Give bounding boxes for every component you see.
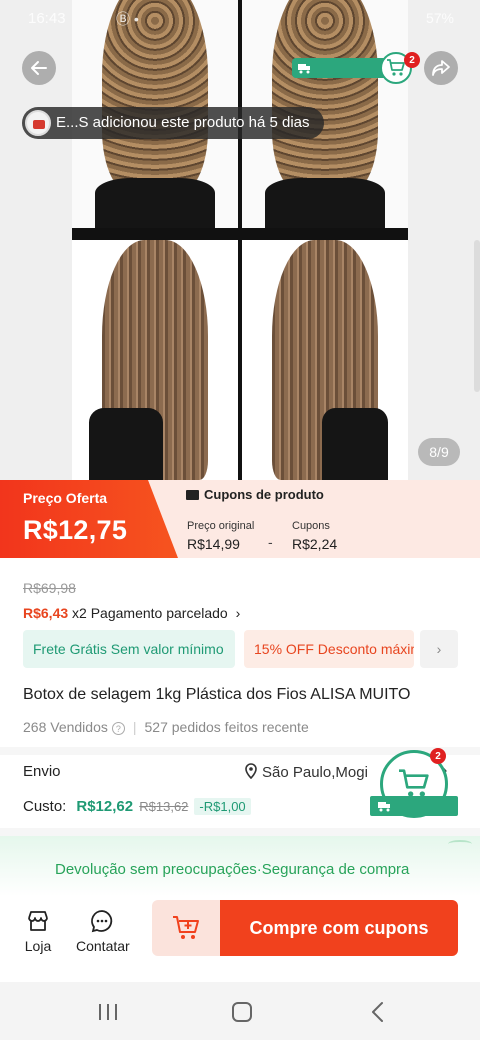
buy-with-coupons-button[interactable]: Compre com cupons — [220, 900, 458, 956]
product-image-gallery[interactable]: 16:43 Ⓑ • 57% 2 E...S adicionou este pro… — [0, 0, 480, 480]
home-button[interactable] — [228, 998, 256, 1026]
sold-count: 268 Vendidos — [23, 719, 108, 735]
system-back-button[interactable] — [364, 998, 392, 1026]
status-bar: 16:43 Ⓑ • 57% — [0, 0, 480, 36]
chevron-right-icon: › — [436, 641, 442, 657]
offer-label: Preço Oferta — [23, 490, 108, 506]
installment-text: x2 Pagamento parcelado — [72, 605, 228, 621]
system-nav-bar — [0, 982, 480, 1040]
shipping-location[interactable]: São Paulo,Mogi — [244, 763, 368, 781]
minus-sign: - — [268, 534, 273, 550]
store-label: Loja — [24, 938, 52, 954]
bottom-action-bar: Loja Contatar Compre com cupons — [0, 896, 480, 982]
contact-label: Contatar — [76, 938, 130, 954]
chevron-right-icon: › — [235, 605, 241, 621]
section-divider — [0, 828, 480, 836]
recent-apps-icon — [99, 1004, 117, 1020]
price-banner: Preço Oferta R$12,75 Cupons de produto P… — [0, 480, 480, 558]
photo-after-back — [242, 240, 408, 480]
installment-value: R$6,43 — [23, 605, 69, 621]
cart-count-badge: 2 — [404, 52, 420, 68]
cost-old: R$13,62 — [139, 799, 189, 814]
image-counter: 8/9 — [418, 438, 460, 466]
recently-added-text: E...S adicionou este produto há 5 dias — [56, 114, 310, 131]
contact-tab[interactable]: Contatar — [76, 908, 130, 954]
floating-cart-badge: 2 — [430, 748, 446, 764]
shipping-location-text: São Paulo,Mogi — [262, 764, 368, 781]
side-scroll-handle[interactable] — [474, 240, 480, 392]
status-battery: 57% — [425, 10, 454, 26]
add-to-cart-button[interactable] — [152, 900, 220, 956]
product-page: 16:43 Ⓑ • 57% 2 E...S adicionou este pro… — [0, 0, 480, 1040]
sales-info: 268 Vendidos? | 527 pedidos feitos recente — [23, 719, 309, 735]
old-price: R$69,98 — [23, 580, 76, 596]
photo-after-side — [72, 240, 238, 480]
cost-label: Custo: — [23, 798, 67, 815]
shipping-label: Envio — [23, 763, 61, 780]
notification-icons: Ⓑ • — [116, 11, 139, 27]
cart-icon — [387, 59, 405, 76]
recent-orders: 527 pedidos feitos recente — [144, 719, 309, 735]
guarantee-banner[interactable]: Devolução sem preocupações·Segurança de … — [0, 836, 480, 896]
offer-price-block: Preço Oferta R$12,75 — [0, 480, 178, 558]
shipping-cost-row: Custo: R$12,62 R$13,62 -R$1,00 — [23, 798, 251, 815]
coupons-header[interactable]: Cupons de produto — [186, 487, 324, 502]
store-tab[interactable]: Loja — [12, 908, 64, 954]
cost-discount: -R$1,00 — [194, 798, 251, 815]
coupons-title: Cupons de produto — [204, 487, 324, 502]
truck-icon — [298, 64, 310, 74]
coupons-value: R$2,24 — [292, 536, 338, 552]
guarantee-text: Devolução sem preocupações·Segurança de … — [55, 861, 410, 878]
discount-chip[interactable]: 15% OFF Desconto máximo — [244, 630, 414, 668]
collapse-icon — [448, 840, 472, 848]
ticket-icon — [186, 490, 199, 500]
status-time: 16:43 — [28, 10, 66, 27]
back-button[interactable] — [22, 51, 56, 85]
cart-shipping-pill[interactable] — [292, 58, 392, 78]
home-icon — [232, 1002, 252, 1022]
truck-icon — [378, 802, 390, 812]
floating-cart-strip[interactable] — [370, 796, 458, 816]
add-cart-icon — [173, 916, 199, 939]
help-icon[interactable]: ? — [111, 722, 125, 735]
store-icon — [28, 911, 48, 931]
cost-value: R$12,62 — [76, 798, 134, 815]
chat-icon — [91, 910, 113, 933]
product-title: Botox de selagem 1kg Plástica dos Fios A… — [23, 686, 411, 703]
recent-apps-button[interactable] — [94, 998, 122, 1026]
store-avatar — [25, 110, 51, 136]
original-price-value: R$14,99 — [187, 536, 240, 552]
separator: | — [132, 719, 137, 735]
offer-price: R$12,75 — [23, 515, 128, 545]
cart-icon — [399, 769, 429, 797]
recently-added-notice: E...S adicionou este produto há 5 dias — [22, 107, 324, 139]
original-price-label: Preço original — [187, 520, 255, 532]
location-pin-icon — [245, 763, 257, 780]
free-shipping-chip[interactable]: Frete Grátis Sem valor mínimo — [23, 630, 235, 668]
more-promos-button[interactable]: › — [420, 630, 458, 668]
arrow-left-icon — [31, 61, 47, 75]
share-icon — [432, 60, 450, 76]
installment-row[interactable]: R$6,43 x2 Pagamento parcelado › — [23, 605, 240, 621]
chevron-left-icon — [372, 1002, 383, 1022]
coupons-label: Cupons — [292, 520, 330, 532]
share-button[interactable] — [424, 51, 458, 85]
